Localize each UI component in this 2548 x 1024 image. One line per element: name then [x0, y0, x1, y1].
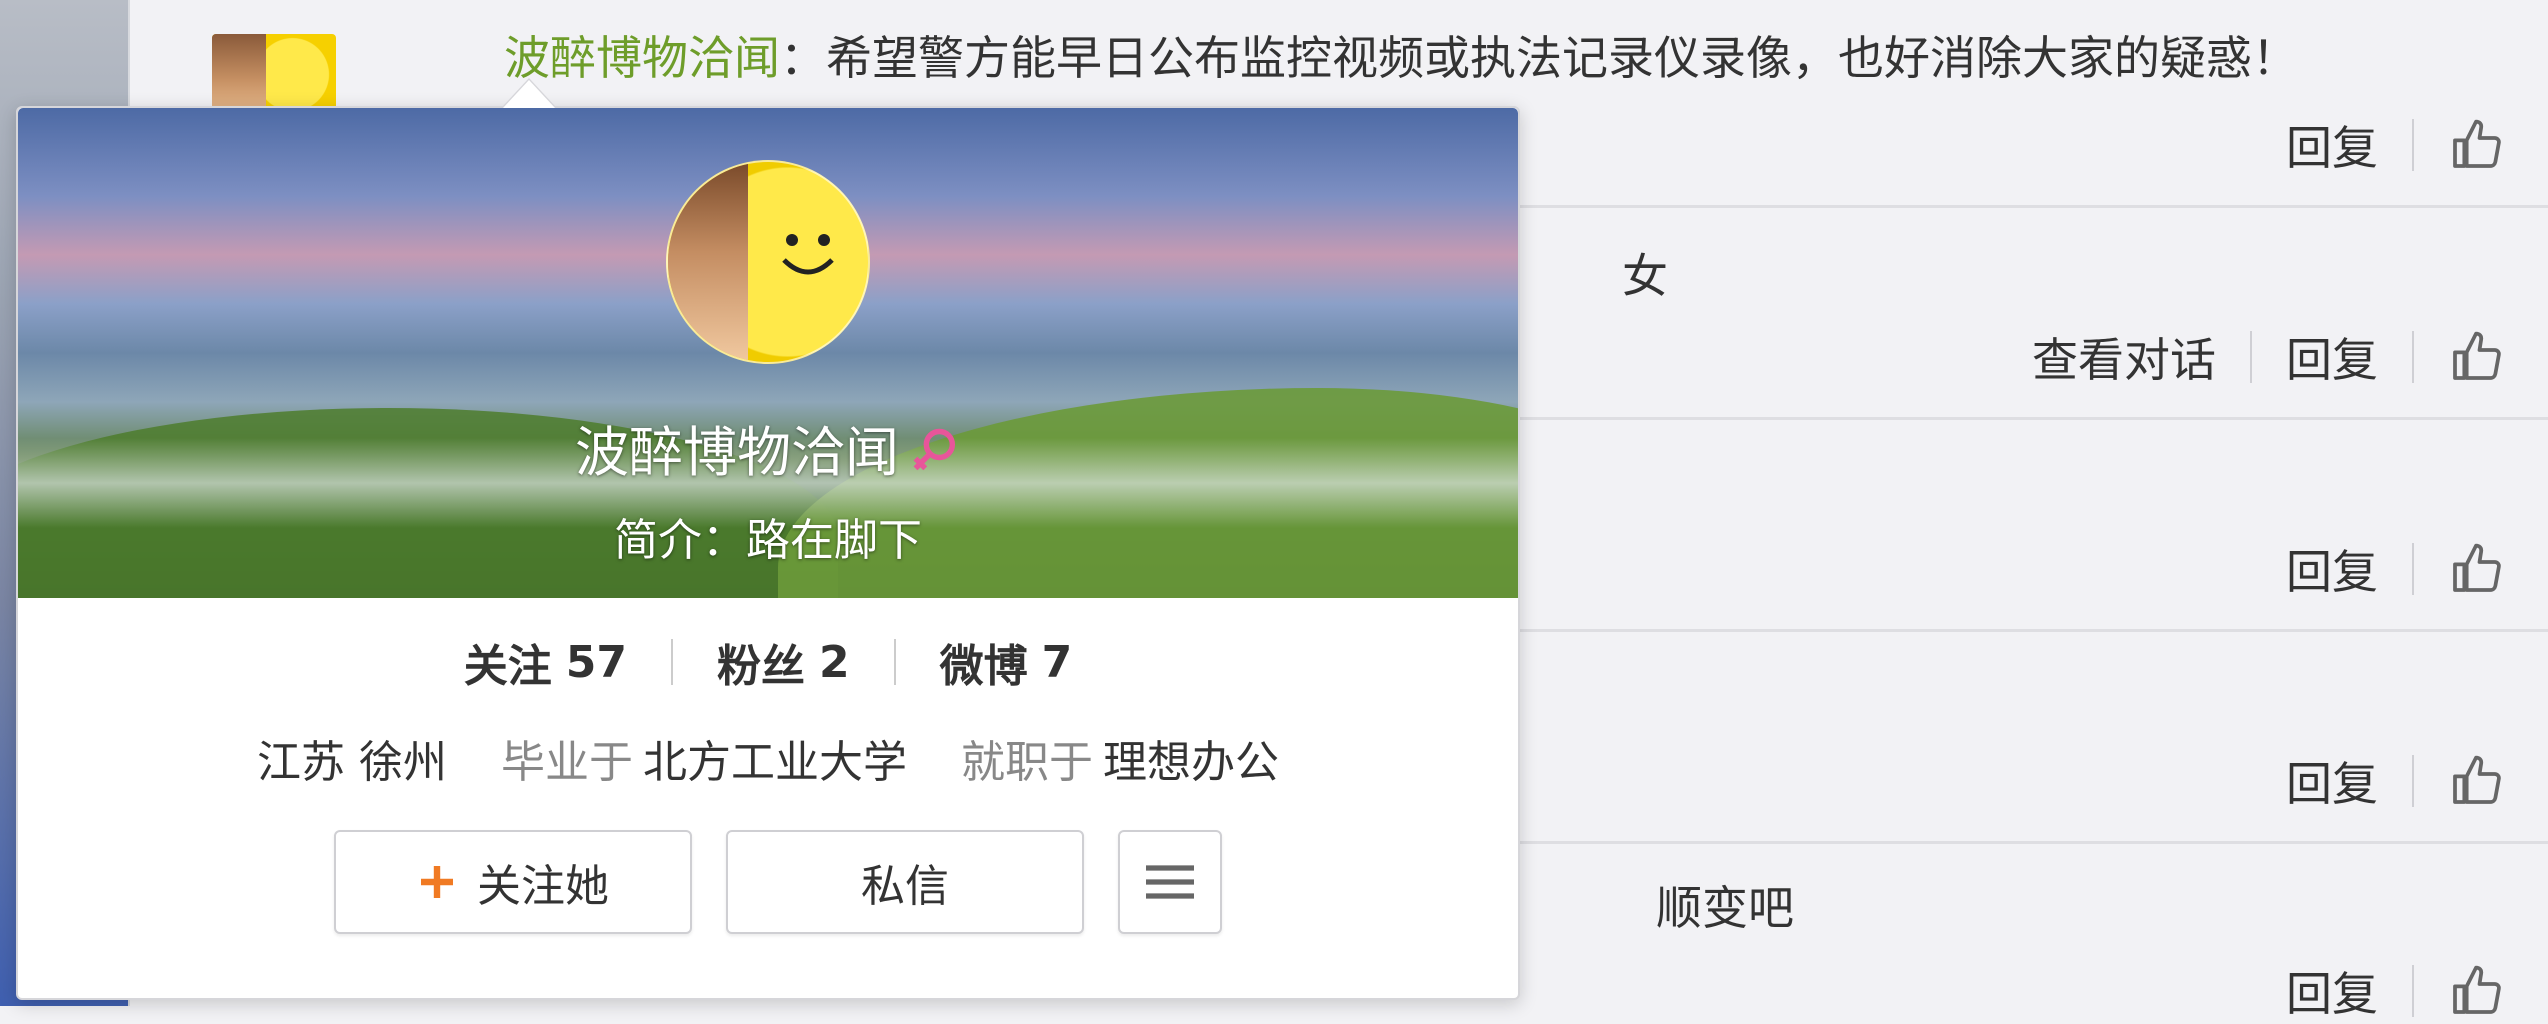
like-thumb-icon[interactable] [2448, 963, 2504, 1019]
user-profile-card: 波醉博物洽闻 简介：路在脚下 关注 57 粉丝 2 微博 7 江苏 徐州 毕业于 北方工… [16, 80, 1520, 1000]
follow-button[interactable]: 关注她 [334, 830, 692, 934]
profile-actions: 关注她 私信 [334, 830, 1222, 934]
comment-actions: 查看对话 回复 [2032, 324, 2504, 390]
comment-actions: 回复 [2286, 958, 2504, 1024]
like-thumb-icon[interactable] [2448, 541, 2504, 597]
school-label: 毕业于 [501, 737, 633, 788]
comment-username[interactable]: 波醉博物洽闻 [504, 31, 780, 85]
like-thumb-icon[interactable] [2448, 753, 2504, 809]
profile-job[interactable]: 理想办公 [1103, 737, 1279, 788]
cover-image: 波醉博物洽闻 简介：路在脚下 [18, 108, 1518, 598]
stat-followers[interactable]: 粉丝 2 [717, 630, 850, 694]
profile-school[interactable]: 北方工业大学 [643, 737, 907, 788]
comment-actions: 回复 [2286, 748, 2504, 814]
stat-following[interactable]: 关注 57 [464, 630, 627, 694]
like-thumb-icon[interactable] [2448, 329, 2504, 385]
reply-link[interactable]: 回复 [2286, 958, 2378, 1024]
profile-location: 江苏 徐州 [257, 737, 447, 788]
reply-link[interactable]: 回复 [2286, 112, 2378, 178]
female-gender-icon [913, 428, 956, 471]
profile-intro: 简介：路在脚下 [614, 515, 922, 566]
more-menu-button[interactable] [1118, 830, 1222, 934]
profile-name-text[interactable]: 波醉博物洽闻 [575, 421, 899, 484]
reply-link[interactable]: 回复 [2286, 324, 2378, 390]
comment-actions: 回复 [2286, 112, 2504, 178]
comment-text-tail: 女 [1622, 249, 1668, 303]
profile-stats: 关注 57 粉丝 2 微博 7 [18, 630, 1518, 694]
private-message-button[interactable]: 私信 [726, 830, 1084, 934]
card-pointer-arrow [503, 80, 555, 108]
plus-icon [421, 866, 453, 898]
stat-posts[interactable]: 微博 7 [940, 630, 1073, 694]
comment-text: 波醉博物洽闻：希望警方能早日公布监控视频或执法记录仪录像，也好消除大家的疑惑！ [504, 31, 2298, 85]
comment-text-tail: 顺变吧 [1656, 881, 1794, 935]
smiley-face-icon [782, 234, 834, 275]
profile-avatar[interactable] [666, 160, 870, 364]
profile-meta: 江苏 徐州 毕业于 北方工业大学 就职于 理想办公 [18, 726, 1518, 790]
reply-link[interactable]: 回复 [2286, 748, 2378, 814]
profile-name: 波醉博物洽闻 [18, 408, 1518, 487]
comment-actions: 回复 [2286, 536, 2504, 602]
like-thumb-icon[interactable] [2448, 117, 2504, 173]
menu-icon [1146, 865, 1194, 899]
reply-link[interactable]: 回复 [2286, 536, 2378, 602]
view-conversation-link[interactable]: 查看对话 [2032, 324, 2216, 390]
job-label: 就职于 [961, 737, 1093, 788]
